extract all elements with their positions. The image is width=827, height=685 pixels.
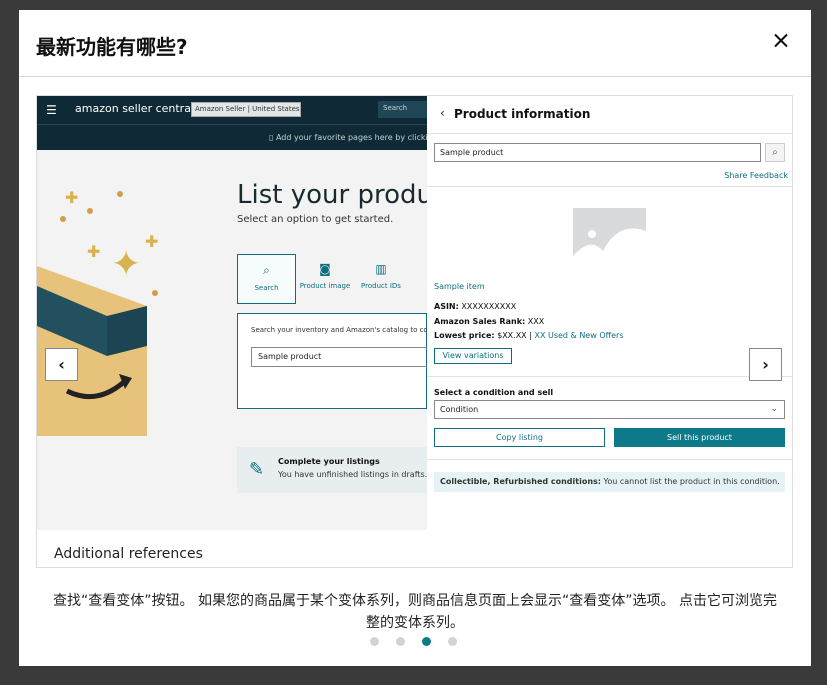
sell-this-product-button: Sell this product — [614, 428, 785, 447]
feature-screenshot: ☰ amazon seller central Amazon Seller | … — [36, 95, 793, 568]
chevron-down-icon: ⌄ — [770, 404, 778, 414]
confetti-dot — [87, 208, 93, 214]
top-search-input: Search — [378, 101, 427, 118]
pagination-dot[interactable] — [370, 637, 379, 646]
hamburger-menu-icon: ☰ — [46, 103, 57, 117]
favorites-hint: ▯ Add your favorite pages here by clicki… — [269, 133, 444, 142]
modal-title: 最新功能有哪些? — [36, 35, 188, 59]
share-feedback-link: Share Feedback — [724, 171, 788, 180]
chevron-left-icon: ‹ — [440, 106, 445, 120]
confetti-dot — [60, 216, 66, 222]
option-product-image: ◙ Product image — [299, 262, 351, 290]
sparkle-icon: ✚ — [87, 242, 101, 261]
pagination-dot[interactable] — [448, 637, 457, 646]
panel-header: ‹ Product information — [427, 96, 792, 134]
favorites-bar: ▯ Add your favorite pages here by clicki… — [37, 124, 444, 150]
chevron-left-icon: ‹ — [58, 355, 65, 374]
condition-select: Condition ⌄ — [434, 400, 785, 419]
sparkle-icon: ✚ — [145, 232, 159, 251]
panel-search-input: Sample product — [434, 143, 761, 162]
divider — [427, 186, 792, 187]
modal-header: 最新功能有哪些? — [19, 10, 811, 77]
confetti-dot — [152, 290, 158, 296]
complete-listings-title: Complete your listings — [278, 457, 380, 466]
asin-row: ASIN: XXXXXXXXXX — [434, 302, 517, 311]
catalog-search-hint: Search your inventory and Amazon's catal… — [251, 326, 428, 334]
marketplace-selector: Amazon Seller | United States — [191, 102, 301, 117]
additional-references-title: Additional references — [54, 546, 203, 562]
item-name-link: Sample item — [434, 282, 485, 291]
sales-rank-row: Amazon Sales Rank: XXX — [434, 317, 545, 326]
view-variations-button: View variations — [434, 348, 512, 364]
condition-notice: Collectible, Refurbished conditions: You… — [434, 472, 785, 492]
background-page: ☰ amazon seller central Amazon Seller | … — [37, 96, 457, 567]
catalog-search-input: Sample product — [251, 347, 428, 367]
option-search: ⌕ Search — [237, 254, 296, 304]
select-condition-label: Select a condition and sell — [434, 388, 554, 397]
seller-central-topbar: ☰ amazon seller central Amazon Seller | … — [37, 96, 427, 124]
search-icon: ⌕ — [263, 263, 270, 277]
next-slide-button[interactable]: › — [749, 348, 782, 381]
slide-caption: 查找“查看变体”按钮。 如果您的商品属于某个变体系列，则商品信息页面上会显示“查… — [53, 593, 777, 631]
confetti-dot — [117, 191, 123, 197]
camera-icon: ◙ — [319, 262, 331, 276]
complete-listings-banner: ✎ Complete your listings You have unfini… — [237, 447, 435, 493]
list-product-subtitle: Select an option to get started. — [237, 214, 394, 225]
barcode-icon: ▥ — [375, 262, 387, 276]
chevron-right-icon: › — [762, 355, 769, 374]
brand-logo: amazon seller central — [75, 102, 195, 115]
sparkle-icon: ✚ — [65, 188, 79, 207]
close-icon[interactable] — [771, 31, 791, 51]
additional-references-section: Additional references — [37, 530, 427, 567]
pagination-dot-active[interactable] — [422, 637, 431, 646]
lowest-price-row: Lowest price: $XX.XX | XX Used & New Off… — [434, 331, 624, 340]
list-product-title: List your product — [237, 180, 458, 210]
copy-listing-button: Copy listing — [434, 428, 605, 447]
edit-icon: ✎ — [249, 459, 265, 480]
previous-slide-button[interactable]: ‹ — [45, 348, 78, 381]
pagination-dot[interactable] — [396, 637, 405, 646]
pagination-dots — [370, 637, 457, 646]
divider — [427, 459, 792, 460]
divider — [427, 376, 792, 377]
search-icon: ⌕ — [765, 143, 785, 162]
product-information-panel: ‹ Product information Sample product ⌕ S… — [427, 96, 792, 567]
option-product-ids: ▥ Product IDs — [355, 254, 407, 304]
whats-new-modal: 最新功能有哪些? ☰ amazon seller central Amazon … — [19, 10, 811, 666]
product-image-placeholder — [573, 208, 646, 267]
panel-title: Product information — [454, 107, 591, 121]
complete-listings-text: You have unfinished listings in drafts. … — [278, 470, 436, 479]
catalog-search-panel: Search your inventory and Amazon's catal… — [237, 313, 428, 409]
